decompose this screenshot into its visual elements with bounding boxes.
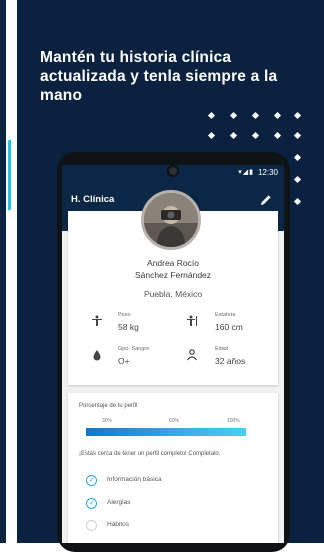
front-camera [167,165,179,177]
profile-name-first: Andrea Rocío [147,258,199,268]
profile-location: Puebla, México [143,289,203,299]
progress-title: Porcentaje de tu perfil [79,403,138,409]
stat-label-age: Edad [215,346,228,352]
checklist-item-basic-info: Información básica [107,476,162,483]
blood-drop-icon [93,350,101,361]
edit-icon[interactable] [259,193,273,207]
check-icon: ✓ [89,477,95,484]
avatar[interactable] [141,190,201,250]
age-icon [187,349,197,361]
progress-bar-fill [86,428,246,436]
stat-value-weight: 58 kg [118,322,139,332]
checklist-item-allergies: Alergias [107,499,131,506]
phone-screen: ▾◢▮ 12:30 H. Clínica Andrea Rocío Sánche… [62,165,284,543]
checklist-check-basic-info[interactable]: ✓ [86,475,97,486]
progress-prompt: ¡Estás cerca de tener un perfil completo… [79,451,221,457]
checklist-item-habits: Hábitos [107,521,130,528]
app-title: H. Clínica [71,194,115,205]
check-icon: ✓ [89,500,95,507]
progress-bar [86,428,246,436]
progress-tick-100: 100% [227,418,240,424]
checklist-check-habits[interactable] [86,520,97,531]
stat-label-blood-group: Gpo. Sangre [118,346,150,352]
status-time: 12:30 [257,168,278,177]
promo-headline: Mantén tu historia clínica actualizada y… [40,49,278,104]
checklist-check-allergies[interactable]: ✓ [86,498,97,509]
stat-value-height: 160 cm [215,322,243,332]
profile-name-last: Sánchez Fernández [134,270,212,280]
stat-value-age: 32 años [215,356,246,366]
progress-tick-30: 30% [102,418,113,424]
height-icon [187,315,197,326]
left-cyan-accent [8,139,11,211]
progress-tick-60: 60% [169,418,180,424]
progress-card [68,393,278,543]
stat-value-blood-group: O+ [118,356,130,366]
stat-label-height: Estatura [215,312,236,318]
stat-label-weight: Peso [118,312,131,318]
weight-icon [92,315,102,326]
left-dark-accent [0,0,6,543]
signal-battery-icon: ▾◢▮ [238,169,254,176]
